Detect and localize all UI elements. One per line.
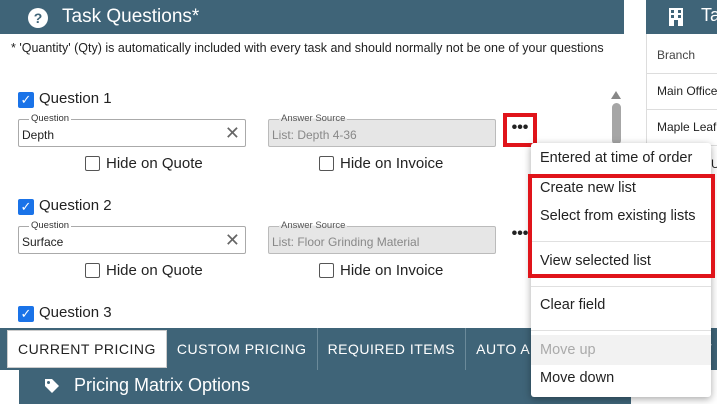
- hide-on-quote-label: Hide on Quote: [106, 262, 203, 279]
- right-panel-title: Ta: [701, 5, 717, 25]
- answer-source-legend: Answer Source: [279, 220, 348, 231]
- question-1-input[interactable]: Question Depth ✕: [18, 113, 246, 147]
- question-1-label: Question 1: [39, 90, 112, 107]
- branch-column-header: Branch: [647, 38, 717, 74]
- question-2-checkbox[interactable]: ✓: [18, 199, 34, 215]
- answer-source-2: Answer Source List: Floor Grinding Mater…: [268, 220, 496, 254]
- task-questions-header: ? Task Questions*: [0, 0, 624, 34]
- checkbox[interactable]: [85, 156, 100, 171]
- help-icon[interactable]: ?: [28, 8, 48, 28]
- sub-panel-title: Pricing Matrix Options: [74, 375, 251, 395]
- answer-source-value: List: Floor Grinding Material: [272, 235, 420, 249]
- answer-source-value: List: Depth 4-36: [272, 128, 357, 142]
- tag-icon: [45, 379, 59, 393]
- clear-icon[interactable]: ✕: [225, 230, 240, 250]
- tab-required-items[interactable]: REQUIRED ITEMS: [318, 328, 467, 370]
- scrollbar-thumb[interactable]: [612, 103, 621, 145]
- hide-on-invoice-2[interactable]: Hide on Invoice: [319, 262, 443, 279]
- branch-row[interactable]: Maple Leaf: [647, 110, 717, 146]
- hide-on-invoice-label: Hide on Invoice: [340, 262, 444, 279]
- question-value: Depth: [22, 128, 55, 142]
- question-3: ✓ Question 3: [18, 304, 578, 326]
- panel-title: Task Questions*: [62, 6, 200, 27]
- answer-source-legend: Answer Source: [279, 113, 348, 124]
- hide-on-quote-label: Hide on Quote: [106, 155, 203, 172]
- question-2-label: Question 2: [39, 197, 112, 214]
- right-panel-header: Ta: [646, 0, 717, 34]
- menu-highlight-box: [528, 174, 715, 278]
- menu-item-move-up: Move up: [531, 335, 711, 365]
- menu-divider: [531, 330, 711, 331]
- question-legend: Question: [29, 220, 72, 231]
- checkbox[interactable]: [85, 263, 100, 278]
- question-3-checkbox[interactable]: ✓: [18, 306, 34, 322]
- hide-on-quote-1[interactable]: Hide on Quote: [85, 155, 203, 172]
- menu-item-move-down[interactable]: Move down: [531, 370, 711, 386]
- question-legend: Question: [29, 113, 72, 124]
- question-1-checkbox[interactable]: ✓: [18, 92, 34, 108]
- hide-on-invoice-label: Hide on Invoice: [340, 155, 444, 172]
- quantity-note: * 'Quantity' (Qty) is automatically incl…: [11, 41, 604, 55]
- branch-row[interactable]: Main Office: [647, 74, 717, 110]
- question-3-label: Question 3: [39, 304, 112, 321]
- tab-custom-pricing[interactable]: CUSTOM PRICING: [167, 328, 318, 370]
- scroll-up-arrow-icon[interactable]: [611, 91, 621, 99]
- hide-on-invoice-1[interactable]: Hide on Invoice: [319, 155, 443, 172]
- tab-auto[interactable]: AUTO A: [466, 328, 542, 370]
- checkbox[interactable]: [319, 156, 334, 171]
- question-value: Surface: [22, 235, 64, 249]
- menu-divider: [531, 286, 711, 287]
- building-icon: [669, 8, 683, 26]
- checkbox[interactable]: [319, 263, 334, 278]
- menu-item-clear-field[interactable]: Clear field: [531, 297, 711, 313]
- hide-on-quote-2[interactable]: Hide on Quote: [85, 262, 203, 279]
- menu-item-entered-at-time-of-order[interactable]: Entered at time of order: [531, 150, 711, 166]
- clear-icon[interactable]: ✕: [225, 123, 240, 143]
- more-options-button-1[interactable]: •••: [503, 113, 537, 147]
- answer-source-1: Answer Source List: Depth 4-36: [268, 113, 496, 147]
- tab-current-pricing[interactable]: CURRENT PRICING: [7, 330, 167, 368]
- question-2-input[interactable]: Question Surface ✕: [18, 220, 246, 254]
